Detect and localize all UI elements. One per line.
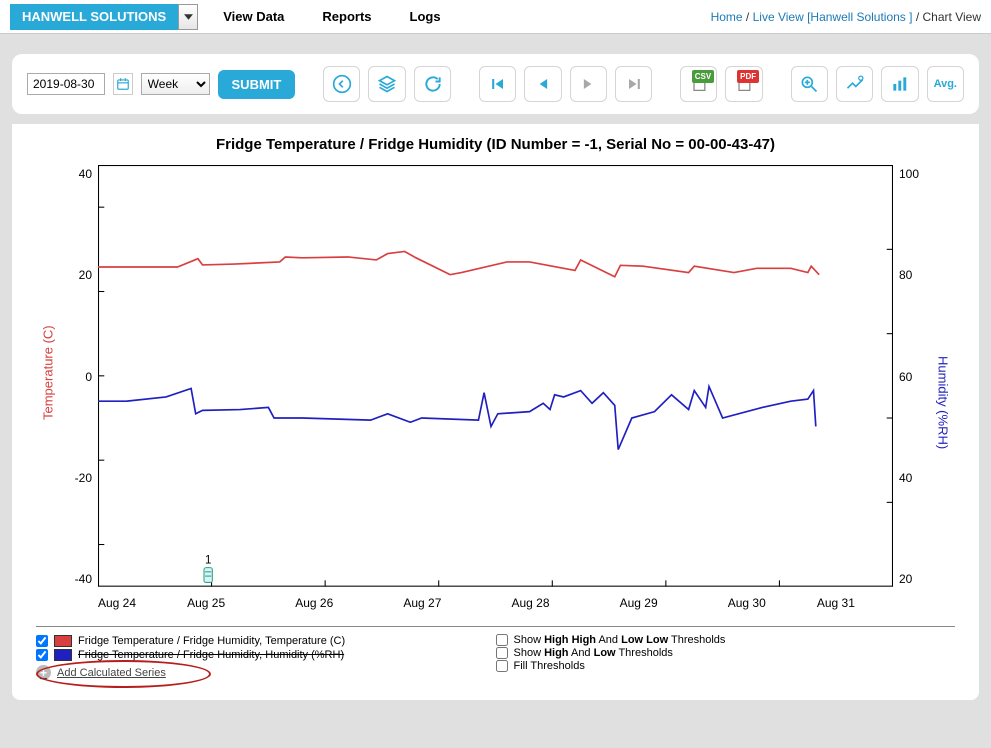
x-axis-ticks: Aug 24 Aug 25 Aug 26 Aug 27 Aug 28 Aug 2… <box>98 596 893 610</box>
y-axis-left-ticks: 40 20 0 -20 -40 <box>60 165 98 610</box>
svg-text:1: 1 <box>205 554 211 566</box>
threshold-highhigh-lowlow[interactable]: Show High High And Low Low Thresholds <box>496 634 956 646</box>
skip-first-icon[interactable] <box>479 66 516 102</box>
calendar-icon[interactable] <box>113 73 133 95</box>
y-axis-right-ticks: 100 80 60 40 20 <box>893 165 931 610</box>
legend-swatch-red <box>54 635 72 647</box>
chevron-down-icon[interactable] <box>178 4 198 30</box>
layers-icon[interactable] <box>368 66 405 102</box>
legend-item-humidity[interactable]: Fridge Temperature / Fridge Humidity, Hu… <box>36 649 496 661</box>
legend-row: Fridge Temperature / Fridge Humidity, Te… <box>36 626 955 680</box>
breadcrumb-home[interactable]: Home <box>711 10 743 24</box>
add-calculated-series[interactable]: + Add Calculated Series <box>36 665 496 680</box>
legend-item-temperature[interactable]: Fridge Temperature / Fridge Humidity, Te… <box>36 635 496 647</box>
y-axis-label-left: Temperature (C) <box>36 165 60 610</box>
breadcrumb-live[interactable]: Live View [Hanwell Solutions ] <box>753 10 913 24</box>
chart-plot[interactable]: 1 Aug 24 Aug 25 Aug 26 Aug 27 Aug 28 Aug… <box>98 165 893 610</box>
export-pdf-button[interactable]: PDF <box>725 66 762 102</box>
back-arrow-icon[interactable] <box>323 66 360 102</box>
date-input[interactable] <box>27 73 105 95</box>
avg-button[interactable]: Avg. <box>927 66 964 102</box>
nav-tabs: View Data Reports Logs <box>223 9 478 24</box>
nav-view-data[interactable]: View Data <box>223 9 284 24</box>
skip-last-icon[interactable] <box>615 66 652 102</box>
reload-icon[interactable] <box>414 66 451 102</box>
breadcrumb: Home / Live View [Hanwell Solutions ] / … <box>711 10 981 24</box>
chart-area: Temperature (C) 40 20 0 -20 -40 1 Aug 24… <box>36 165 955 610</box>
breadcrumb-current: Chart View <box>923 10 981 24</box>
nav-logs[interactable]: Logs <box>410 9 441 24</box>
legend-swatch-blue <box>54 649 72 661</box>
bar-chart-icon[interactable] <box>881 66 918 102</box>
next-icon[interactable] <box>570 66 607 102</box>
toolbar: Week SUBMIT CSV PDF Avg. <box>12 54 979 114</box>
y-axis-label-right: Humidity (%RH) <box>931 165 955 610</box>
submit-button[interactable]: SUBMIT <box>218 70 296 99</box>
threshold-high-low[interactable]: Show High And Low Thresholds <box>496 647 956 659</box>
trend-settings-icon[interactable] <box>836 66 873 102</box>
legend-checkbox-humidity[interactable] <box>36 649 48 661</box>
prev-icon[interactable] <box>524 66 561 102</box>
threshold-fill[interactable]: Fill Thresholds <box>496 660 956 672</box>
range-select[interactable]: Week <box>141 73 210 95</box>
plus-icon: + <box>36 665 51 680</box>
brand-dropdown[interactable]: HANWELL SOLUTIONS <box>10 4 198 30</box>
chart-card: Fridge Temperature / Fridge Humidity (ID… <box>12 124 979 700</box>
chart-title: Fridge Temperature / Fridge Humidity (ID… <box>36 136 955 153</box>
brand-label: HANWELL SOLUTIONS <box>10 4 178 30</box>
export-csv-button[interactable]: CSV <box>680 66 717 102</box>
zoom-icon[interactable] <box>791 66 828 102</box>
header-bar: HANWELL SOLUTIONS View Data Reports Logs… <box>0 0 991 34</box>
nav-reports[interactable]: Reports <box>322 9 371 24</box>
legend-checkbox-temperature[interactable] <box>36 635 48 647</box>
